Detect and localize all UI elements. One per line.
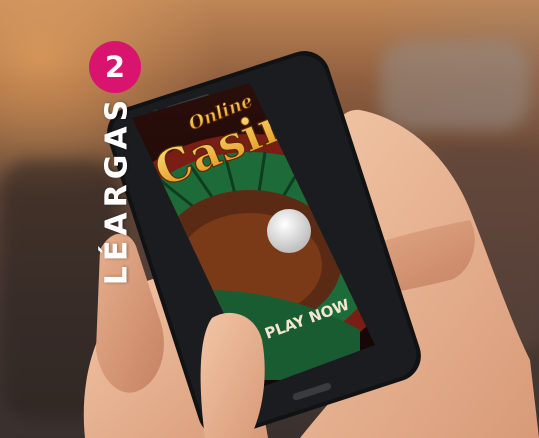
photo-background: Online Casino PLAY NOW 2 LÉARGAS (0, 0, 539, 438)
number-badge: 2 (89, 41, 141, 93)
vertical-title: LÉARGAS (99, 94, 135, 286)
phone-photo: Online Casino PLAY NOW (83, 51, 539, 438)
left-thumb (200, 312, 265, 438)
roulette-ball (267, 209, 311, 253)
badge-number: 2 (104, 49, 126, 84)
